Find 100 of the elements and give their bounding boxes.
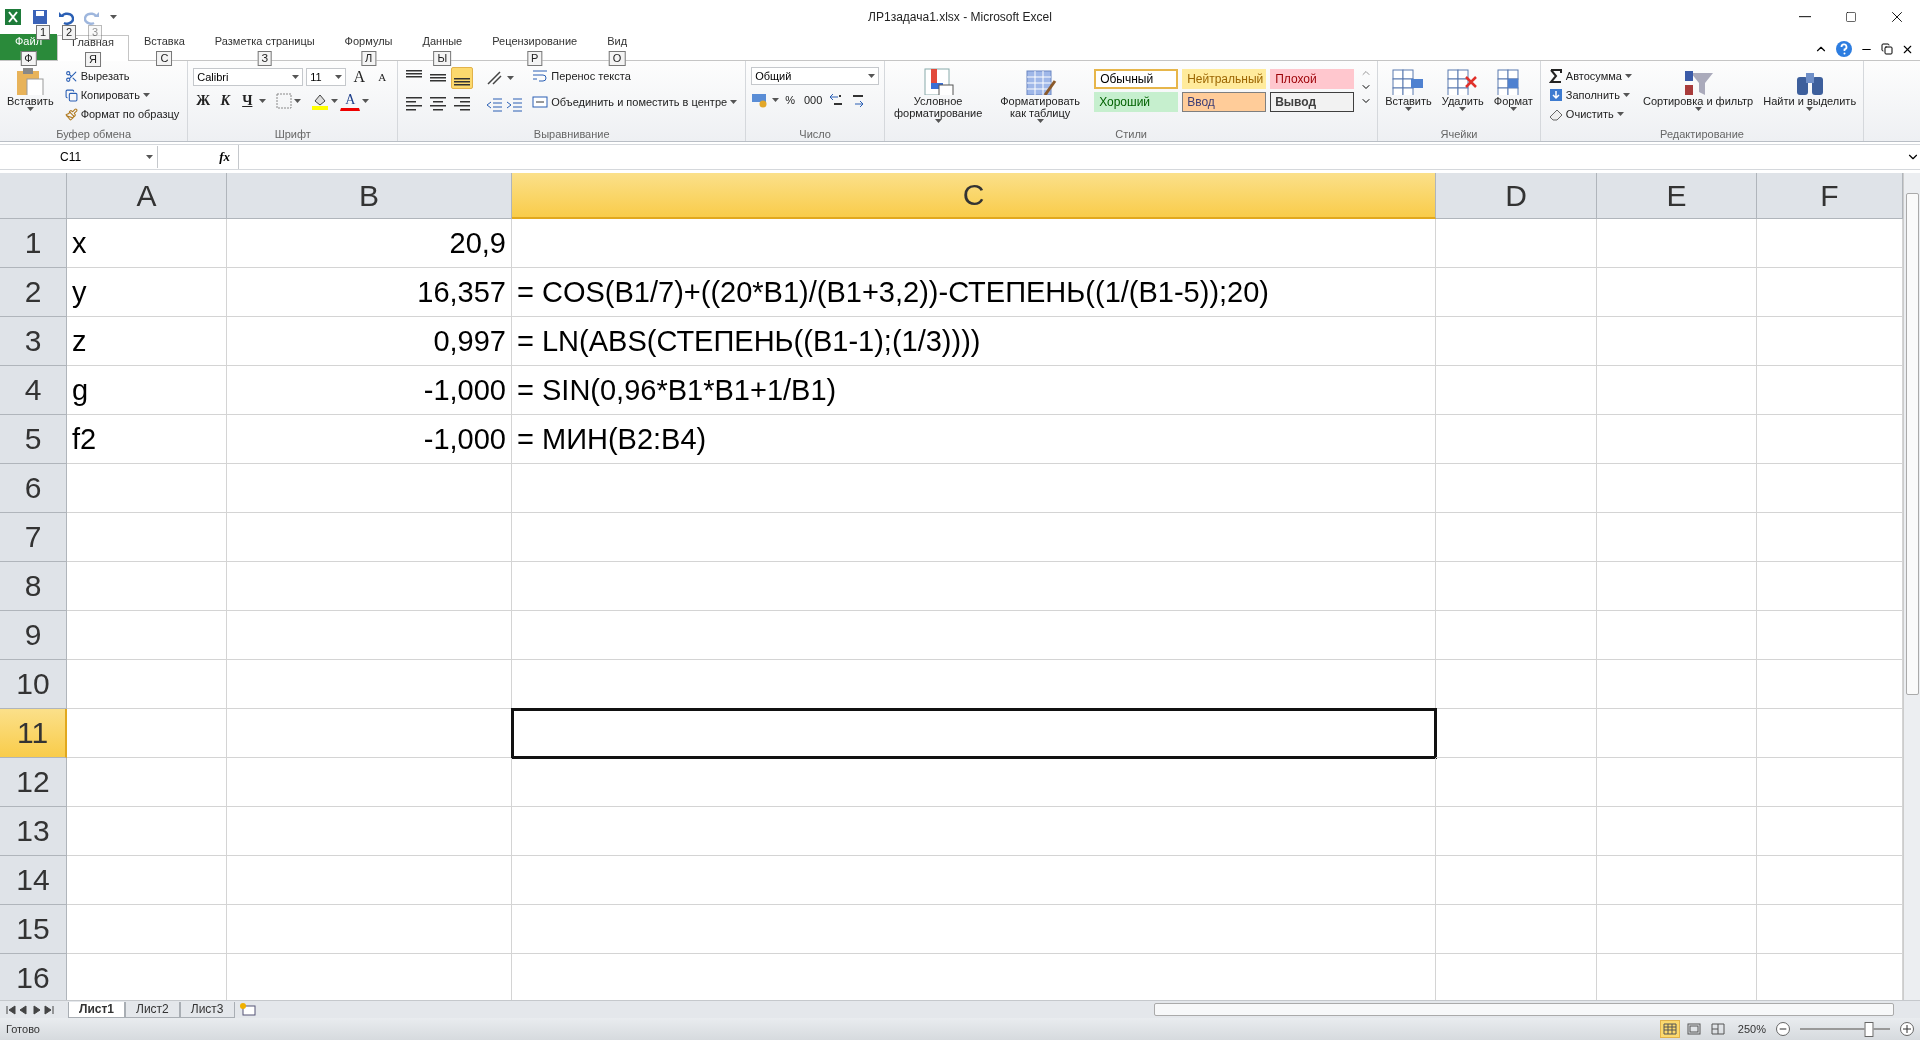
fill-button[interactable]: Заполнить [1545, 86, 1635, 104]
minimize-icon [1799, 16, 1811, 18]
format-as-table-button[interactable]: Форматировать как таблицу [992, 67, 1089, 123]
row-header[interactable]: 16 [0, 954, 67, 1000]
percent-button[interactable]: % [782, 91, 798, 109]
cell-style-swatch[interactable]: Обычный [1094, 69, 1179, 89]
thousands-button[interactable]: 000 [800, 91, 826, 109]
column-header[interactable]: E [1597, 173, 1757, 219]
column-header[interactable]: F [1757, 173, 1903, 219]
row-header[interactable]: 1 [0, 219, 67, 268]
font-color-button[interactable]: A [340, 91, 361, 111]
sum-button[interactable]: Автосумма [1545, 67, 1635, 85]
name-box[interactable]: C11 [0, 146, 158, 168]
delete-cells-icon [1445, 67, 1480, 95]
table-cell: = SIN(0,96*B1*B1+1/B1) [512, 366, 1436, 415]
selected-cell[interactable] [512, 709, 1436, 758]
view-button[interactable] [1659, 1020, 1680, 1038]
brush-button[interactable]: Формат по образцу [61, 105, 183, 123]
row-header[interactable]: 7 [0, 513, 67, 562]
row-header[interactable]: 8 [0, 562, 67, 611]
row-header[interactable]: 5 [0, 415, 67, 464]
sort-filter-button[interactable]: Сортировка и фильтр [1640, 67, 1756, 111]
italic-button[interactable]: К [215, 91, 236, 111]
caret-icon [1694, 107, 1702, 111]
format-cells-button[interactable]: Формат [1491, 67, 1535, 111]
indent-increase-icon[interactable] [505, 95, 524, 113]
save-button[interactable] [32, 9, 48, 25]
row-header[interactable]: 12 [0, 758, 67, 807]
caret-icon [1806, 107, 1814, 111]
cell-style-swatch[interactable]: Плохой [1270, 69, 1355, 89]
font-name-field[interactable]: Calibri [193, 68, 304, 86]
cell-style-swatch[interactable]: Нейтральный [1182, 69, 1267, 89]
zoom-thumb[interactable] [1864, 1021, 1874, 1037]
align-top-icon [406, 70, 423, 78]
sheet-tab[interactable]: Лист1 [68, 1001, 126, 1018]
cell-style-swatch[interactable]: Хороший [1094, 92, 1179, 112]
column-header[interactable]: B [227, 173, 512, 219]
table-cell: 0,997 [227, 317, 512, 366]
caret-icon [294, 99, 302, 103]
align-middle-icon [430, 74, 447, 82]
insert-function-button[interactable]: fx [158, 149, 238, 165]
help-icon[interactable] [1836, 41, 1852, 57]
caret-icon [1616, 112, 1624, 116]
keytip: Л [360, 51, 377, 66]
indent-decrease-icon[interactable] [485, 95, 504, 113]
font-size-field[interactable]: 11 [306, 68, 347, 86]
column-header[interactable]: A [67, 173, 227, 219]
cell-style-swatch[interactable]: Ввод [1182, 92, 1267, 112]
merge-center-button[interactable]: Объединить и поместить в центре [529, 93, 741, 111]
row-header[interactable]: 6 [0, 464, 67, 513]
zoom-in-button[interactable] [1900, 1022, 1914, 1036]
wrap-text-button[interactable]: Перенос текста [529, 67, 741, 85]
bold-button[interactable]: Ж [193, 91, 214, 111]
caret-icon [730, 100, 738, 104]
row-header[interactable]: 13 [0, 807, 67, 856]
page-layout-icon [1686, 1023, 1701, 1035]
sheet-tab[interactable]: Лист2 [125, 1001, 180, 1018]
table-cell: 16,357 [227, 268, 512, 317]
shrink-font-button[interactable]: A [372, 67, 393, 87]
row-header[interactable]: 2 [0, 268, 67, 317]
row-header[interactable]: 3 [0, 317, 67, 366]
row-header[interactable]: 14 [0, 856, 67, 905]
window-title: ЛР1задача1.xlsx - Microsoft Excel [868, 10, 1052, 24]
cut-button[interactable]: Вырезать [61, 67, 183, 85]
undo-button[interactable] [58, 9, 74, 25]
column-header[interactable]: C [512, 173, 1436, 219]
plus-icon [1902, 1024, 1912, 1034]
group-label: Стили [1114, 127, 1148, 141]
copy-button[interactable]: Копировать [61, 86, 183, 104]
align-button[interactable] [451, 67, 474, 89]
row-header[interactable]: 9 [0, 611, 67, 660]
delete-cells-button[interactable]: Удалить [1439, 67, 1486, 111]
sheet-tab[interactable]: Лист3 [179, 1001, 235, 1018]
fill-color-icon[interactable] [311, 92, 330, 110]
row-header[interactable]: 15 [0, 905, 67, 954]
keytip: 2 [62, 25, 77, 40]
restore-icon[interactable] [1881, 43, 1893, 55]
vertical-scrollbar[interactable] [1903, 173, 1920, 1000]
zoom-out-button[interactable] [1776, 1022, 1790, 1036]
grow-font-button[interactable]: A [349, 67, 370, 87]
paste-button[interactable]: Вставить [5, 67, 56, 111]
cell-style-swatch[interactable]: Вывод [1270, 92, 1355, 112]
row-header[interactable]: 4 [0, 366, 67, 415]
row-header[interactable]: 10 [0, 660, 67, 709]
caret-icon [362, 99, 370, 103]
row-header[interactable]: 11 [0, 709, 67, 758]
keytip: Я [85, 52, 101, 67]
column-header[interactable]: D [1436, 173, 1597, 219]
find-select-button[interactable]: Найти и выделить [1761, 67, 1859, 111]
new-sheet-icon[interactable] [238, 1002, 259, 1017]
clear-button[interactable]: Очистить [1545, 105, 1635, 123]
table-cell: = COS(B1/7)+((20*B1)/(B1+3,2))-СТЕПЕНЬ((1/(B1-5));20) [512, 268, 1436, 317]
number-format-field[interactable]: Общий [751, 67, 880, 85]
keytip: Ы [433, 51, 452, 66]
underline-button[interactable]: Ч [237, 91, 258, 111]
insert-cells-button[interactable]: Вставить [1383, 67, 1434, 111]
caret-icon [1404, 107, 1412, 111]
conditional-formatting-button[interactable]: Условное форматирование [890, 67, 987, 123]
caret-icon [868, 74, 876, 78]
clipboard-icon [15, 67, 46, 95]
